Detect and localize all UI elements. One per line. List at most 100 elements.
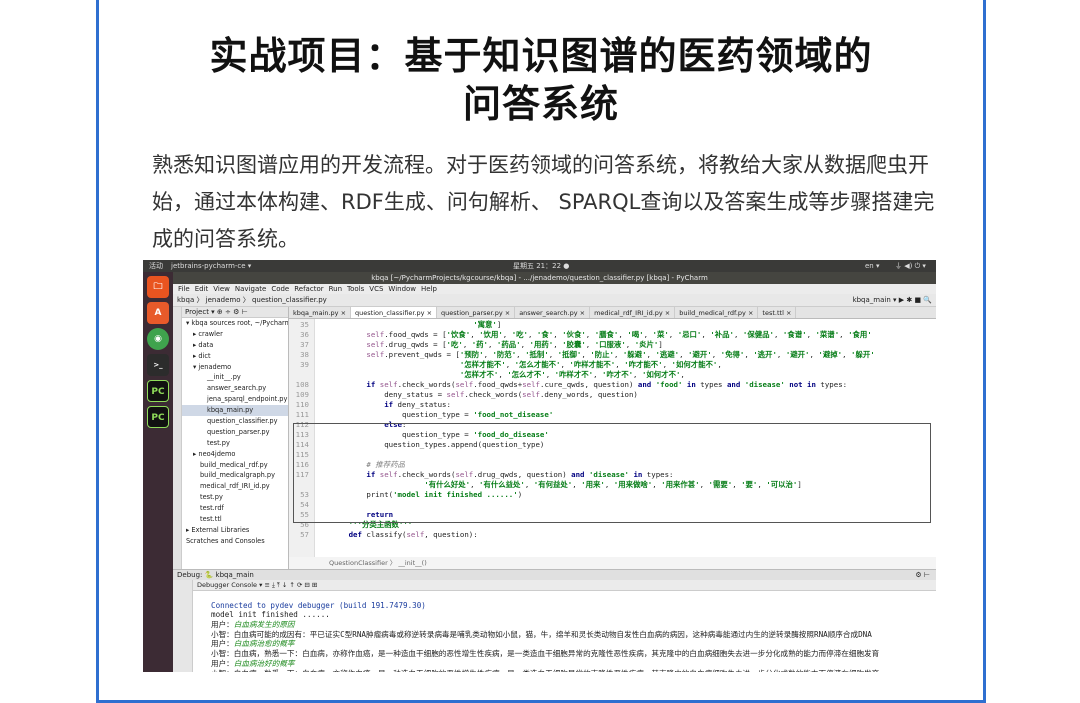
files-icon[interactable]: 🗀 bbox=[147, 276, 169, 298]
editor-tab[interactable]: kbqa_main.py × bbox=[289, 307, 352, 318]
menu-help[interactable]: Help bbox=[421, 285, 437, 293]
tree-item[interactable]: build_medical_rdf.py bbox=[182, 460, 288, 471]
menu-vcs[interactable]: VCS bbox=[369, 285, 383, 293]
tree-item[interactable]: Scratches and Consoles bbox=[182, 536, 288, 547]
debug-controls[interactable] bbox=[173, 580, 193, 672]
tree-item[interactable]: ▸ crawler bbox=[182, 329, 288, 340]
code-line[interactable]: 35 '寓意'] bbox=[289, 320, 936, 330]
app-menu[interactable]: jetbrains-pycharm-ce ▾ bbox=[171, 260, 251, 272]
menu-code[interactable]: Code bbox=[271, 285, 289, 293]
pycharm-screenshot: 活动 jetbrains-pycharm-ce ▾ 星期五 21：22 ● en… bbox=[143, 260, 936, 672]
code-line[interactable]: 109 deny_status = self.check_words(self.… bbox=[289, 390, 936, 400]
line-number: 38 bbox=[300, 350, 309, 359]
tree-item[interactable]: kbqa_main.py bbox=[182, 405, 288, 417]
menu-refactor[interactable]: Refactor bbox=[294, 285, 323, 293]
pycharm-icon-2[interactable]: PC bbox=[147, 406, 169, 428]
tree-item[interactable]: __init__.py bbox=[182, 372, 288, 383]
tree-item[interactable]: test.ttl bbox=[182, 514, 288, 525]
editor-tab[interactable]: medical_rdf_IRI_id.py × bbox=[590, 307, 676, 318]
window-title: kbqa [~/PycharmProjects/kgcourse/kbqa] -… bbox=[143, 272, 936, 284]
editor-tab[interactable]: question_classifier.py × bbox=[351, 307, 438, 318]
console-line: Connected to pydev debugger (build 191.7… bbox=[211, 600, 426, 610]
console-line: 小智：白血病，熟悉一下：白血病，亦称作血癌，是一种造血干细胞的恶性增生性疾病，是… bbox=[211, 649, 880, 659]
editor-tab[interactable]: answer_search.py × bbox=[515, 307, 591, 318]
tree-item[interactable]: test.py bbox=[182, 438, 288, 449]
console-line: 用户：白血病治好的概率 bbox=[211, 658, 295, 668]
code-line[interactable]: 111 question_type = 'food_not_disease' bbox=[289, 410, 936, 420]
slide-title: 实战项目：基于知识图谱的医药领域的 问答系统 bbox=[99, 32, 983, 128]
run-configuration[interactable]: kbqa_main ▾ ▶ ✱ ■ 🔍 bbox=[853, 295, 932, 306]
tree-item[interactable]: jena_sparql_endpoint.py bbox=[182, 394, 288, 405]
ubuntu-launcher: 🗀 A ◉ >_ PC PC bbox=[143, 272, 173, 672]
project-header[interactable]: Project ▾ ⊕ ÷ ⚙ ⊢ bbox=[182, 307, 288, 318]
debug-title[interactable]: Debug: 🐍 kbqa_main bbox=[177, 571, 254, 579]
line-number: 110 bbox=[295, 400, 309, 409]
code-line[interactable]: 39 '怎样才能不', '怎么才能不', '咋样才能不', '咋才能不', '如… bbox=[289, 360, 936, 370]
line-number: 57 bbox=[300, 530, 309, 539]
pycharm-icon[interactable]: PC bbox=[147, 380, 169, 402]
line-number: 108 bbox=[295, 380, 309, 389]
line-number: 35 bbox=[300, 320, 309, 329]
tree-item[interactable]: ▸ data bbox=[182, 340, 288, 351]
ubuntu-topbar: 活动 jetbrains-pycharm-ce ▾ 星期五 21：22 ● en… bbox=[143, 260, 936, 272]
code-line[interactable]: 37 self.drug_qwds = ['吃', '药', '药品', '用药… bbox=[289, 340, 936, 350]
tree-item[interactable]: ▸ External Libraries bbox=[182, 525, 288, 536]
code-line[interactable]: 36 self.food_qwds = ['饮食', '饮用', '吃', '食… bbox=[289, 330, 936, 340]
editor-tab[interactable]: test.ttl × bbox=[758, 307, 797, 318]
language-indicator[interactable]: en ▾ bbox=[865, 260, 879, 272]
debug-tabs: Debugger Console ▾ ≡ ⤓ ⤒ ↓ ↑ ⟳ ⊟ ⊞ bbox=[173, 580, 936, 591]
highlight-box bbox=[293, 423, 931, 523]
tree-item[interactable]: medical_rdf_IRI_id.py bbox=[182, 481, 288, 492]
menu-window[interactable]: Window bbox=[388, 285, 416, 293]
slide-title-line2: 问答系统 bbox=[462, 82, 619, 126]
tree-item[interactable]: test.py bbox=[182, 492, 288, 503]
editor-tabs: kbqa_main.py × question_classifier.py × qu… bbox=[289, 307, 936, 319]
tree-item[interactable]: answer_search.py bbox=[182, 383, 288, 394]
tree-item[interactable]: ▾ jenademo bbox=[182, 362, 288, 373]
line-number: 111 bbox=[295, 410, 309, 419]
software-center-icon[interactable]: A bbox=[147, 302, 169, 324]
editor-tab[interactable]: build_medical_rdf.py × bbox=[675, 307, 759, 318]
code-line[interactable]: 108 if self.check_words(self.food_qwds+s… bbox=[289, 380, 936, 390]
editor-tab[interactable]: question_parser.py × bbox=[437, 307, 516, 318]
console-line: 小智：白血病，熟悉一下：白血病，亦称作血癌，是一种造血干细胞的恶性增生性疾病，是… bbox=[193, 669, 936, 673]
code-line[interactable]: 110 if deny_status: bbox=[289, 400, 936, 410]
menu-edit[interactable]: Edit bbox=[195, 285, 209, 293]
activities-button[interactable]: 活动 bbox=[149, 260, 163, 272]
console-line: 用户：白血病治愈的概率 bbox=[211, 639, 295, 649]
tree-item[interactable]: test.rdf bbox=[182, 503, 288, 514]
menu-tools[interactable]: Tools bbox=[347, 285, 364, 293]
code-editor[interactable]: kbqa_main.py × question_classifier.py × qu… bbox=[289, 307, 936, 569]
console-line: model init finished ...... bbox=[211, 610, 330, 620]
tree-item[interactable]: question_classifier.py bbox=[182, 416, 288, 427]
terminal-icon[interactable]: >_ bbox=[147, 354, 169, 376]
tree-item[interactable]: ▸ neo4jdemo bbox=[182, 449, 288, 460]
line-number: 37 bbox=[300, 340, 309, 349]
system-tray-icons[interactable]: ⏚ ◀) ⏻ ▾ bbox=[895, 260, 926, 272]
menu-file[interactable]: File bbox=[178, 285, 190, 293]
console-line: 小智：白血病可能的成因有：平已证实C型RNA肿瘤病毒或称逆转录病毒是哺乳类动物如… bbox=[211, 629, 872, 639]
tree-item[interactable]: build_medicalgraph.py bbox=[182, 470, 288, 481]
slide-title-line1: 实战项目：基于知识图谱的医药领域的 bbox=[209, 34, 873, 78]
debug-tab-strip[interactable]: Debugger Console ▾ ≡ ⤓ ⤒ ↓ ↑ ⟳ ⊟ ⊞ bbox=[197, 581, 317, 589]
menu-view[interactable]: View bbox=[213, 285, 230, 293]
project-tree: ▾ kbqa sources root, ~/Pycharm ▸ crawler ▸… bbox=[182, 318, 288, 547]
code-line[interactable]: 38 self.prevent_qwds = ['预防', '防范', '抵制'… bbox=[289, 350, 936, 360]
tree-item[interactable]: ▾ kbqa sources root, ~/Pycharm bbox=[182, 318, 288, 329]
clock[interactable]: 星期五 21：22 ● bbox=[513, 260, 569, 272]
menu-run[interactable]: Run bbox=[329, 285, 342, 293]
code-line[interactable]: '怎样才不', '怎么才不', '咋样才不', '咋才不', '如何才不', bbox=[289, 370, 936, 380]
project-panel: Project ▾ ⊕ ÷ ⚙ ⊢ ▾ kbqa sources root, ~… bbox=[182, 307, 289, 569]
code-line[interactable]: 57 def classify(self, question): bbox=[289, 530, 936, 540]
debug-console[interactable]: Connected to pydev debugger (build 191.7… bbox=[193, 591, 936, 672]
console-line: 用户：白血病发生的原因 bbox=[211, 620, 295, 630]
tree-item[interactable]: ▸ dict bbox=[182, 351, 288, 362]
code-breadcrumb[interactable]: QuestionClassifier 〉 __init__() bbox=[289, 557, 936, 569]
chrome-icon[interactable]: ◉ bbox=[147, 328, 169, 350]
left-tool-strip[interactable] bbox=[173, 307, 182, 569]
tree-item[interactable]: question_parser.py bbox=[182, 427, 288, 438]
breadcrumb-path[interactable]: kbqa 〉 jenademo 〉 question_classifier.py bbox=[177, 296, 327, 304]
menu-navigate[interactable]: Navigate bbox=[235, 285, 266, 293]
pycharm-window: File Edit View Navigate Code Refactor Run Tools… bbox=[173, 284, 936, 672]
